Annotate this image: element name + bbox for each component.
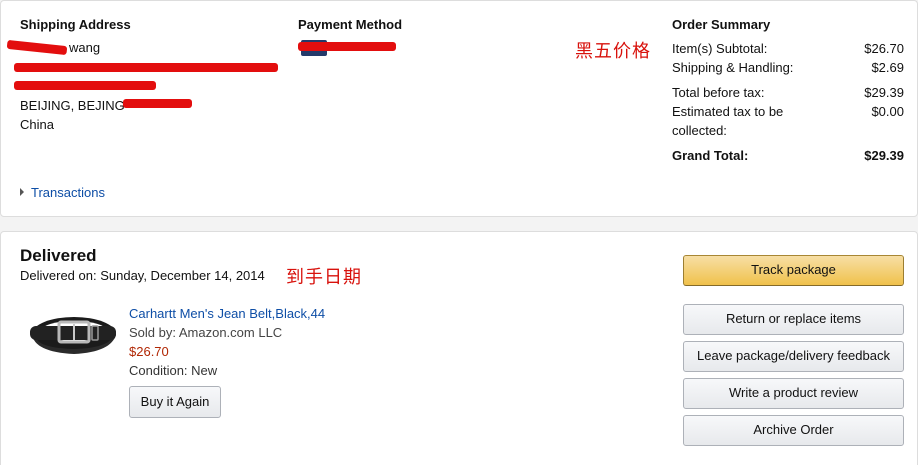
redaction-mark xyxy=(14,81,156,90)
redaction-mark xyxy=(123,99,192,108)
shipping-name: wang xyxy=(69,40,101,55)
summary-value: $29.39 xyxy=(864,85,904,100)
transactions-link[interactable]: Transactions xyxy=(31,185,105,200)
return-replace-button[interactable]: Return or replace items xyxy=(683,304,904,335)
grand-total-value: $29.39 xyxy=(864,148,904,163)
shipping-city-line: BEIJING, BEJING xyxy=(20,98,125,113)
payment-method-heading: Payment Method xyxy=(298,17,403,32)
summary-label: collected: xyxy=(672,123,727,138)
summary-value: $0.00 xyxy=(871,104,904,119)
shipment-panel: Delivered Delivered on: Sunday, December… xyxy=(0,231,918,465)
product-title-link[interactable]: Carhartt Men's Jean Belt,Black,44 xyxy=(129,304,325,323)
redaction-mark xyxy=(6,39,68,56)
product-seller: Sold by: Amazon.com LLC xyxy=(129,325,283,340)
shipping-address-heading: Shipping Address xyxy=(20,17,131,32)
summary-label: Estimated tax to be xyxy=(672,104,784,119)
shipping-country: China xyxy=(20,117,54,132)
order-summary-heading: Order Summary xyxy=(672,17,771,32)
summary-label: Item(s) Subtotal: xyxy=(672,41,768,56)
archive-order-button[interactable]: Archive Order xyxy=(683,415,904,446)
redaction-mark xyxy=(14,63,278,72)
delivery-date: Delivered on: Sunday, December 14, 2014 xyxy=(20,268,265,283)
leave-feedback-button[interactable]: Leave package/delivery feedback xyxy=(683,341,904,372)
grand-total-label: Grand Total: xyxy=(672,148,749,163)
write-review-button[interactable]: Write a product review xyxy=(683,378,904,409)
product-condition: Condition: New xyxy=(129,363,218,378)
redaction-mark xyxy=(298,42,396,51)
summary-value: $2.69 xyxy=(871,60,904,75)
belt-product-image[interactable] xyxy=(24,304,119,359)
track-package-button[interactable]: Track package xyxy=(683,255,904,286)
summary-label: Shipping & Handling: xyxy=(672,60,794,75)
date-annotation: 到手日期 xyxy=(286,267,362,288)
delivery-status: Delivered xyxy=(20,246,97,265)
summary-label: Total before tax: xyxy=(672,85,765,100)
buy-again-button[interactable]: Buy it Again xyxy=(129,386,221,418)
expand-arrow-icon xyxy=(20,188,24,196)
transactions-toggle[interactable]: Transactions xyxy=(20,183,105,202)
summary-value: $26.70 xyxy=(864,41,904,56)
order-info-panel: Shipping Address wang BEIJING, BEJING Ch… xyxy=(0,0,918,217)
product-price: $26.70 xyxy=(129,344,169,359)
price-annotation: 黑五价格 xyxy=(575,41,651,62)
